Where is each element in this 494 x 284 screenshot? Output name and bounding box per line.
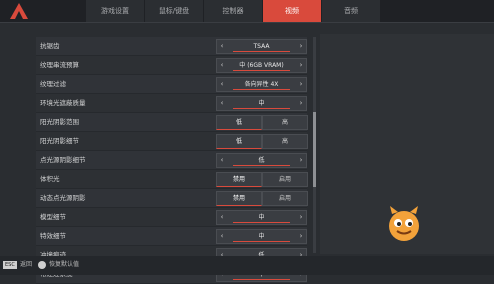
setting-selector[interactable]: ‹中› xyxy=(216,229,307,244)
setting-label: 纹理过滤 xyxy=(40,80,66,88)
value-underline xyxy=(233,51,290,52)
setting-selector[interactable]: ‹ 中 (6GB VRAM) › xyxy=(216,58,307,73)
setting-selector[interactable]: ‹ 各向异性 4X › xyxy=(216,77,307,92)
chevron-left-icon[interactable]: ‹ xyxy=(217,40,227,53)
tab-video[interactable]: 视频 xyxy=(263,0,322,22)
setting-selector[interactable]: ‹低› xyxy=(216,153,307,168)
chevron-right-icon[interactable]: › xyxy=(296,97,306,110)
chevron-right-icon[interactable]: › xyxy=(296,154,306,167)
setting-row[interactable]: 阳光阴影范围 低高 xyxy=(36,113,308,132)
chevron-right-icon[interactable]: › xyxy=(296,230,306,243)
value-underline xyxy=(233,279,290,280)
value-underline xyxy=(233,222,290,223)
value-underline xyxy=(233,165,290,166)
value-underline xyxy=(233,108,290,109)
setting-row[interactable]: 纹理过滤 ‹ 各向异性 4X › xyxy=(36,75,307,94)
tab-controller[interactable]: 控制器 xyxy=(204,0,263,22)
toggle-option-right[interactable]: 启用 xyxy=(262,172,308,187)
setting-row[interactable]: 纹理串流预算 ‹ 中 (6GB VRAM) › xyxy=(36,56,307,75)
setting-row[interactable]: 点光源阴影细节 ‹ 低 › xyxy=(36,151,307,170)
chevron-right-icon[interactable]: › xyxy=(296,59,306,72)
setting-label: 抗锯齿 xyxy=(40,42,60,50)
chevron-right-icon[interactable]: › xyxy=(296,40,306,53)
toggle-option-right[interactable]: 高 xyxy=(262,134,308,149)
back-label[interactable]: 返回 xyxy=(20,259,32,271)
chevron-left-icon[interactable]: ‹ xyxy=(217,78,227,91)
setting-label: 纹理串流预算 xyxy=(40,61,79,69)
toggle-option-right[interactable]: 启用 xyxy=(262,191,308,206)
chevron-right-icon[interactable]: › xyxy=(296,78,306,91)
watermark-logo xyxy=(384,196,494,254)
value-underline xyxy=(233,70,290,71)
value-underline xyxy=(233,241,290,242)
setting-row[interactable]: 环境光遮蔽质量 ‹ 中 › xyxy=(36,94,307,113)
tab-game-settings[interactable]: 游戏设置 xyxy=(86,0,145,22)
top-nav: 游戏设置 鼠标/键盘 控制器 视频 音频 xyxy=(0,0,494,23)
video-settings-list: 抗锯齿 ‹ TSAA › 纹理串流预算 ‹ 中 (6GB VRAM) › 纹理过滤 ‹ 各向异性 4… xyxy=(36,37,308,284)
setting-label: 环境光遮蔽质量 xyxy=(40,99,86,107)
setting-row[interactable]: 模型细节 ‹ 中 › xyxy=(36,208,307,227)
value-underline xyxy=(233,89,290,90)
setting-label: 特效细节 xyxy=(40,232,66,240)
toggle-option-left[interactable]: 低 xyxy=(216,134,262,149)
toggle-option-left[interactable]: 禁用 xyxy=(216,191,262,206)
setting-label: 动态点光源阴影 xyxy=(40,194,86,202)
setting-row[interactable]: 抗锯齿 ‹ TSAA › xyxy=(36,37,307,56)
setting-label: 阳光阴影范围 xyxy=(40,118,79,126)
setting-row[interactable]: 阳光阴影细节 低高 xyxy=(36,132,308,151)
setting-selector[interactable]: ‹ TSAA › xyxy=(216,39,307,54)
setting-row[interactable]: 体积光 禁用 启用 xyxy=(36,170,308,189)
setting-selector[interactable]: ‹中› xyxy=(216,96,307,111)
footer-bar: ESC 返回 恢复默认值 xyxy=(0,256,494,275)
scrollbar-thumb[interactable] xyxy=(313,112,316,187)
tab-audio[interactable]: 音频 xyxy=(322,0,381,22)
chevron-left-icon[interactable]: ‹ xyxy=(217,230,227,243)
setting-label: 模型细节 xyxy=(40,213,66,221)
chevron-left-icon[interactable]: ‹ xyxy=(217,154,227,167)
esc-key-icon[interactable]: ESC xyxy=(3,261,17,269)
chevron-right-icon[interactable]: › xyxy=(296,211,306,224)
setting-row[interactable]: 特效细节 ‹ 中 › xyxy=(36,227,307,246)
setting-label: 阳光阴影细节 xyxy=(40,137,79,145)
setting-row[interactable]: 动态点光源阴影 禁用 启用 xyxy=(36,189,308,208)
chevron-left-icon[interactable]: ‹ xyxy=(217,97,227,110)
reset-defaults-label[interactable]: 恢复默认值 xyxy=(49,259,79,271)
chevron-left-icon[interactable]: ‹ xyxy=(217,59,227,72)
reset-key-icon[interactable] xyxy=(38,261,46,269)
toggle-option-right[interactable]: 高 xyxy=(262,115,308,130)
setting-selector[interactable]: ‹中› xyxy=(216,210,307,225)
apex-logo-icon xyxy=(4,0,34,22)
toggle-option-left[interactable]: 低 xyxy=(216,115,262,130)
toggle-option-left[interactable]: 禁用 xyxy=(216,172,262,187)
setting-label: 点光源阴影细节 xyxy=(40,156,86,164)
chevron-left-icon[interactable]: ‹ xyxy=(217,211,227,224)
setting-label: 体积光 xyxy=(40,175,60,183)
tab-mouse-keyboard[interactable]: 鼠标/键盘 xyxy=(145,0,204,22)
